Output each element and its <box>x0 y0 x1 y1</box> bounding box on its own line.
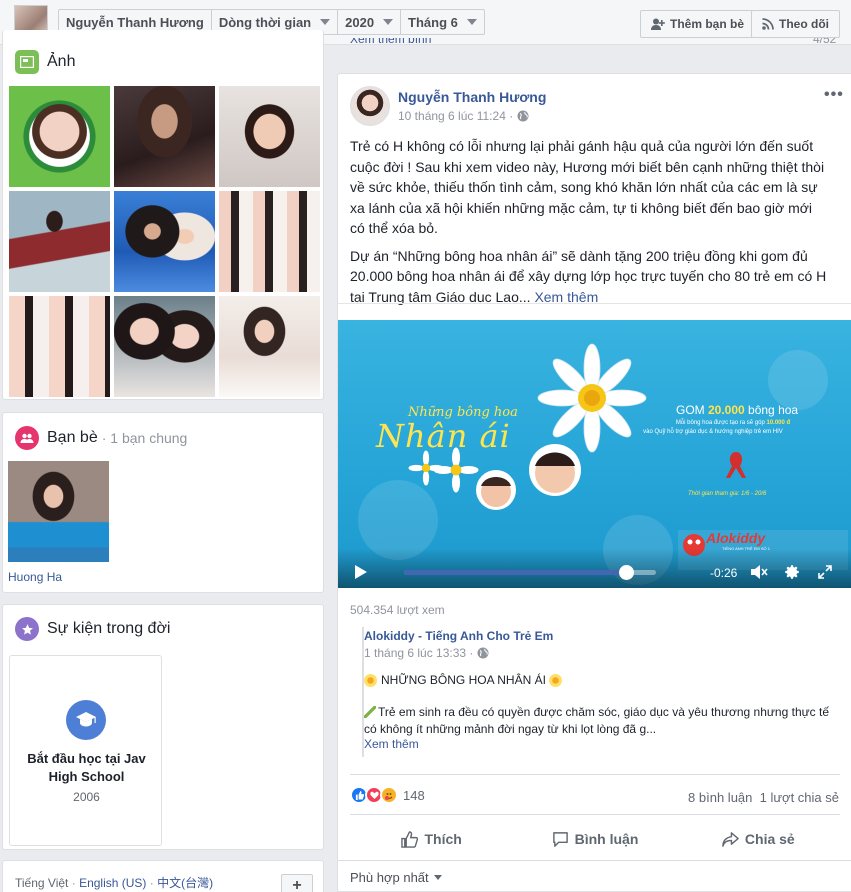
friends-icon <box>15 426 39 450</box>
share-button[interactable]: Chia sẻ <box>677 822 840 856</box>
author-avatar[interactable] <box>350 86 390 126</box>
photo-thumbnail[interactable] <box>9 296 110 397</box>
shared-page-link[interactable]: Alokiddy - Tiếng Anh Cho Trẻ Em <box>364 629 553 643</box>
photo-thumbnail[interactable] <box>219 296 320 397</box>
comment-icon <box>552 831 568 847</box>
settings-gear-icon[interactable] <box>783 563 801 581</box>
photos-card: Ảnh <box>2 30 324 400</box>
photo-thumbnail[interactable] <box>114 86 215 187</box>
photos-header[interactable]: Ảnh <box>15 50 75 74</box>
life-event-year: 2006 <box>73 790 100 804</box>
graduation-cap-icon <box>66 700 106 740</box>
thumbs-up-icon <box>401 830 419 848</box>
seek-progress <box>404 570 626 575</box>
friend-photo[interactable] <box>8 461 109 562</box>
video-time-remaining: -0:26 <box>710 566 738 580</box>
share-arrow-icon <box>722 831 739 847</box>
friends-card: Bạn bè · 1 bạn chung Huong Ha <box>2 412 324 593</box>
globe-icon <box>517 110 529 122</box>
life-event-tile[interactable]: Bắt đầu học tại Jav High School 2006 <box>9 655 162 846</box>
photo-icon <box>15 50 39 74</box>
flower-emoji-icon <box>548 673 562 687</box>
post-action-bar: Thích Bình luận Chia sẻ <box>350 822 840 856</box>
photo-thumbnail[interactable] <box>114 191 215 292</box>
see-more-comments-link[interactable]: Xem thêm bình luận <box>350 38 450 46</box>
alokiddy-logo: Alokiddy <box>706 530 766 546</box>
friends-header[interactable]: Bạn bè · 1 bạn chung <box>15 426 187 450</box>
add-friend-button[interactable]: Thêm bạn bè <box>640 10 756 38</box>
shared-timestamp[interactable]: 1 tháng 6 lúc 13:33 · <box>364 646 473 660</box>
life-events-header[interactable]: Sự kiện trong đời <box>15 617 170 641</box>
month-dropdown[interactable]: Tháng 6 <box>401 10 484 34</box>
follow-button[interactable]: Theo dõi <box>751 10 840 38</box>
comment-counter: 4/52 <box>813 38 837 46</box>
video-goal: GOM 20.000 bông hoa <box>676 403 799 417</box>
reactions-summary[interactable]: 148 <box>350 786 425 804</box>
fullscreen-icon[interactable] <box>818 565 832 579</box>
post-text: Trẻ có H không có lỗi nhưng lại phải gán… <box>350 138 827 305</box>
rss-icon <box>762 18 774 30</box>
photo-grid <box>9 86 320 397</box>
volume-icon[interactable] <box>750 564 768 580</box>
comment-button[interactable]: Bình luận <box>513 822 676 856</box>
video-player[interactable]: Những bông hoa Nhân ái GOM 20.000 bông h… <box>338 320 851 588</box>
shares-count-link[interactable]: 1 lượt chia sẻ <box>760 790 839 805</box>
shared-post: Alokiddy - Tiếng Anh Cho Trẻ Em 1 tháng … <box>362 627 840 757</box>
chevron-down-icon <box>320 19 331 25</box>
author-name-link[interactable]: Nguyễn Thanh Hương <box>398 89 546 105</box>
like-button[interactable]: Thích <box>350 822 513 856</box>
life-events-card: Sự kiện trong đời Bắt đầu học tại Jav Hi… <box>2 604 324 850</box>
chevron-down-icon <box>466 19 477 25</box>
feed-post: Nguyễn Thanh Hương 10 tháng 6 lúc 11:24 … <box>337 73 851 892</box>
video-controls: -0:26 <box>338 548 851 588</box>
flower-emoji-icon <box>364 673 377 687</box>
photo-thumbnail[interactable] <box>219 191 320 292</box>
video-seek-bar[interactable] <box>404 565 656 580</box>
year-dropdown[interactable]: 2020 <box>338 10 402 34</box>
comments-count-link[interactable]: 8 bình luận <box>688 790 752 805</box>
comment-sort-dropdown[interactable]: Phù hợp nhất <box>350 870 442 885</box>
photo-thumbnail[interactable] <box>9 86 110 187</box>
care-reaction-icon <box>380 786 398 804</box>
friend-name-link[interactable]: Huong Ha <box>8 570 62 584</box>
shared-see-more-link[interactable]: Xem thêm <box>364 737 419 751</box>
chevron-down-icon <box>383 19 394 25</box>
seedling-icon <box>364 706 376 718</box>
view-count: 504.354 lượt xem <box>350 603 445 617</box>
language-footer: Tiếng Việt · English (US) · 中文(台灣) + <box>2 860 324 892</box>
photo-thumbnail[interactable] <box>114 296 215 397</box>
language-link[interactable]: English (US) <box>79 876 146 890</box>
chevron-down-icon <box>433 875 442 880</box>
post-options-icon[interactable]: ••• <box>824 86 844 104</box>
more-languages-button[interactable]: + <box>281 874 313 892</box>
photo-thumbnail[interactable] <box>219 86 320 187</box>
post-timestamp[interactable]: 10 tháng 6 lúc 11:24 · <box>398 109 513 123</box>
reactions-count: 148 <box>403 787 425 803</box>
seek-handle[interactable] <box>618 565 634 580</box>
star-icon <box>15 617 39 641</box>
language-link[interactable]: Tiếng Việt <box>15 876 68 890</box>
video-script-title: Nhân ái <box>376 417 511 455</box>
play-icon[interactable] <box>354 564 368 580</box>
photo-thumbnail[interactable] <box>9 191 110 292</box>
language-link[interactable]: 中文(台灣) <box>157 876 213 890</box>
life-event-title: Bắt đầu học tại Jav High School <box>27 751 146 784</box>
globe-icon <box>477 647 489 659</box>
add-friend-icon <box>651 18 665 30</box>
